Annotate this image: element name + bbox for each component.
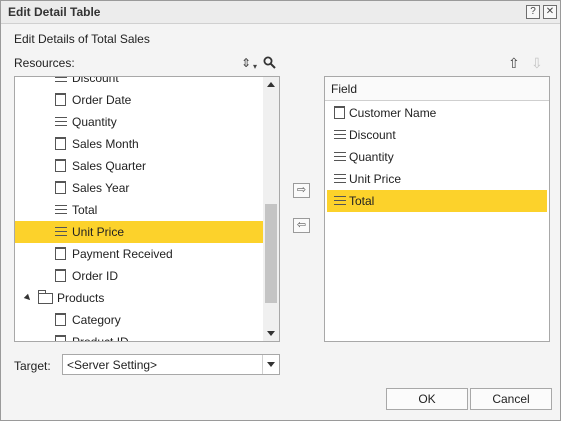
- tree-item[interactable]: Category: [15, 309, 263, 331]
- move-up-icon[interactable]: ⇧: [508, 56, 520, 70]
- tree-item[interactable]: Quantity: [15, 111, 263, 133]
- field-icon: [55, 269, 66, 282]
- field-icon: [55, 159, 66, 172]
- resources-tree[interactable]: Discount Order Date Quantity Sales Month Sal…: [14, 76, 280, 342]
- tree-item-label: Product ID: [72, 331, 129, 341]
- tree-item-label: Sales Year: [72, 181, 130, 195]
- dialog-heading: Edit Details of Total Sales: [14, 32, 150, 46]
- title-bar: Edit Detail Table ? ✕: [1, 1, 560, 24]
- field-icon: [55, 247, 66, 260]
- scroll-down-icon[interactable]: [267, 331, 275, 336]
- ok-button[interactable]: OK: [386, 388, 468, 410]
- measure-icon: [55, 205, 67, 214]
- move-down-icon: ⇩: [531, 55, 543, 71]
- remove-field-button[interactable]: ⇦: [293, 218, 310, 233]
- field-list-item[interactable]: Unit Price: [327, 168, 547, 190]
- scroll-up-icon[interactable]: [267, 82, 275, 87]
- tree-item[interactable]: Order ID: [15, 265, 263, 287]
- field-icon: [55, 335, 66, 341]
- tree-item[interactable]: Total: [15, 199, 263, 221]
- field-item-label: Discount: [349, 128, 396, 142]
- tree-item[interactable]: Sales Quarter: [15, 155, 263, 177]
- field-item-label: Unit Price: [349, 172, 402, 186]
- chevron-down-icon[interactable]: [262, 355, 279, 374]
- field-list-item[interactable]: Discount: [327, 124, 547, 146]
- expand-icon[interactable]: [23, 293, 33, 303]
- cancel-button[interactable]: Cancel: [470, 388, 552, 410]
- folder-icon: [38, 290, 53, 304]
- tree-item-label: Total: [72, 203, 98, 217]
- tree-item-label: Order Date: [72, 93, 132, 107]
- tree-item[interactable]: Product ID: [15, 331, 263, 341]
- tree-item-label: Payment Received: [72, 247, 173, 261]
- field-list[interactable]: Field Customer Name Discount Quantity Unit …: [324, 76, 550, 342]
- add-field-button[interactable]: ⇨: [293, 183, 310, 198]
- field-list-item[interactable]: Total: [327, 190, 547, 212]
- field-list-item[interactable]: Quantity: [327, 146, 547, 168]
- resources-label: Resources:: [14, 56, 75, 70]
- tree-item-label: Sales Quarter: [72, 159, 147, 173]
- field-item-label: Quantity: [349, 150, 394, 164]
- field-icon: [334, 106, 345, 119]
- field-icon: [55, 181, 66, 194]
- measure-icon: [334, 130, 346, 139]
- sort-dropdown-icon[interactable]: ▾: [253, 61, 257, 73]
- tree-item[interactable]: Discount: [15, 77, 263, 89]
- scroll-thumb[interactable]: [265, 204, 277, 303]
- tree-item-label: Discount: [72, 77, 119, 85]
- tree-item-label: Quantity: [72, 115, 117, 129]
- tree-item[interactable]: Order Date: [15, 89, 263, 111]
- measure-icon: [55, 117, 67, 126]
- close-button[interactable]: ✕: [543, 5, 557, 19]
- tree-item-label: Sales Month: [72, 137, 139, 151]
- target-value: <Server Setting>: [67, 358, 158, 372]
- field-icon: [55, 93, 66, 106]
- target-label: Target:: [14, 359, 51, 373]
- measure-icon: [334, 174, 346, 183]
- measure-icon: [334, 152, 346, 161]
- help-button[interactable]: ?: [526, 5, 540, 19]
- resources-list: Discount Order Date Quantity Sales Month Sal…: [15, 77, 263, 341]
- tree-folder-item[interactable]: Products: [15, 287, 263, 309]
- dialog-title: Edit Detail Table: [8, 5, 101, 19]
- field-column-header: Field: [325, 77, 549, 101]
- tree-item-label: Order ID: [72, 269, 119, 283]
- tree-item-label: Category: [72, 313, 121, 327]
- measure-icon: [55, 227, 67, 236]
- field-icon: [55, 313, 66, 326]
- measure-icon: [55, 77, 67, 82]
- sort-icon[interactable]: ⇕: [241, 57, 251, 69]
- field-item-label: Total: [349, 194, 375, 208]
- target-select[interactable]: <Server Setting>: [62, 354, 280, 375]
- tree-item-label: Unit Price: [72, 225, 125, 239]
- field-item-label: Customer Name: [349, 106, 437, 120]
- resources-scrollbar[interactable]: [263, 77, 279, 341]
- field-icon: [55, 137, 66, 150]
- measure-icon: [334, 196, 346, 205]
- tree-item[interactable]: Unit Price: [15, 221, 263, 243]
- edit-detail-table-dialog: Edit Detail Table ? ✕ Edit Details of To…: [0, 0, 561, 421]
- tree-item-label: Products: [57, 291, 105, 305]
- tree-item[interactable]: Sales Year: [15, 177, 263, 199]
- tree-item[interactable]: Payment Received: [15, 243, 263, 265]
- field-list-item[interactable]: Customer Name: [327, 102, 547, 124]
- tree-item[interactable]: Sales Month: [15, 133, 263, 155]
- search-icon[interactable]: [263, 56, 276, 69]
